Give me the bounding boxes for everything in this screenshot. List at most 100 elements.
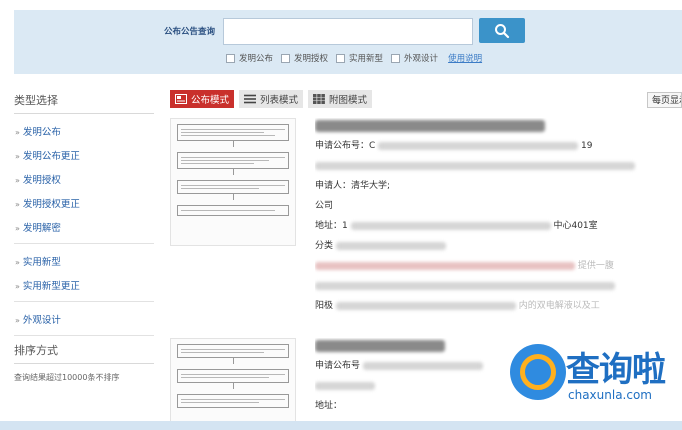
flow-arrow (232, 358, 234, 364)
chevron-right-icon: » (15, 316, 20, 325)
sort-note: 查询结果超过10000条不排序 (14, 373, 120, 382)
option-label: 外观设计 (404, 54, 439, 64)
abstract-tail: 提供一腹 (577, 261, 614, 271)
publish-icon (175, 94, 187, 104)
sidebar-item-utility-model[interactable]: » 实用新型 (14, 249, 154, 273)
search-panel: 公布公告查询 发明公布 发明授权 实用新型 外观设计 使用说明 (14, 10, 682, 74)
flow-step (177, 394, 289, 408)
flow-step (177, 369, 289, 383)
option-label: 实用新型 (349, 54, 384, 64)
bottom-strip (0, 421, 682, 430)
address-row: 地址：1 中心401室 (315, 216, 682, 236)
grid-icon (313, 94, 325, 104)
app-number-label: 申请公布号：C (315, 141, 376, 151)
chevron-right-icon: » (15, 152, 20, 161)
chevron-right-icon: » (15, 258, 20, 267)
watermark-domain: chaxunla.com (568, 388, 652, 402)
search-input[interactable] (223, 18, 473, 45)
abstract-row: 提供一腹 (315, 256, 682, 276)
flow-step (177, 205, 289, 216)
flow-arrow (232, 383, 234, 389)
result-thumbnail[interactable] (170, 118, 296, 246)
classification-label: 分类 (315, 241, 334, 251)
checkbox[interactable] (281, 53, 291, 63)
abstract-row-2 (315, 276, 682, 296)
address-tail: 中心401室 (553, 221, 598, 231)
tab-label: 公布模式 (191, 95, 230, 106)
sidebar-item-invention-publish-correction[interactable]: » 发明公布更正 (14, 143, 154, 167)
classification-row: 分类 (315, 236, 682, 256)
app-date-tail: 19 (581, 141, 593, 151)
flow-arrow (232, 141, 234, 147)
logo-icon (510, 344, 566, 400)
tab-figure-mode[interactable]: 附图模式 (308, 90, 373, 108)
sidebar-item-invention-publish[interactable]: » 发明公布 (14, 119, 154, 143)
per-page-select[interactable]: 每页显示 (647, 92, 682, 108)
address-label: 地址： (315, 401, 343, 411)
flow-step (177, 344, 289, 358)
flow-arrow (232, 169, 234, 175)
tab-label: 附图模式 (329, 95, 368, 106)
result-details: 申请公布号：C 19 申请人：清华大学; 公司 地址：1 中心401室 分类 提… (315, 118, 682, 316)
option-invention-publish[interactable]: 发明公布 (226, 52, 273, 64)
option-design[interactable]: 外观设计 (391, 52, 438, 64)
search-label: 公布公告查询 (164, 27, 216, 37)
sidebar-item-utility-model-correction[interactable]: » 实用新型更正 (14, 273, 154, 297)
chevron-right-icon: » (15, 128, 20, 137)
sidebar-item-label: 发明授权 (22, 175, 61, 186)
sidebar-item-label: 外观设计 (22, 315, 61, 326)
company-row: 公司 (315, 201, 334, 211)
category-title: 类型选择 (14, 86, 154, 114)
abstract-row-3: 阳极 内的双电解液以及工 (315, 296, 682, 316)
sidebar-item-label: 发明授权更正 (22, 199, 80, 210)
chevron-right-icon: » (15, 224, 20, 233)
view-mode-tabs: 公布模式 列表模式 附图模式 (170, 90, 373, 108)
sidebar-item-invention-grant-correction[interactable]: » 发明授权更正 (14, 191, 154, 215)
checkbox[interactable] (336, 53, 346, 63)
list-icon (244, 94, 257, 104)
flow-step (177, 152, 289, 169)
abstract-text: 阳极 (315, 301, 334, 311)
tab-label: 列表模式 (260, 95, 299, 106)
sidebar-item-invention-declassified[interactable]: » 发明解密 (14, 215, 154, 239)
tab-list-mode[interactable]: 列表模式 (239, 90, 304, 108)
sidebar: 类型选择 » 发明公布 » 发明公布更正 » 发明授权 » 发明授权更正 » 发明解密 »… (14, 86, 154, 383)
app-number-row: 申请公布号：C 19 (315, 136, 682, 156)
category-group-invention: » 发明公布 » 发明公布更正 » 发明授权 » 发明授权更正 » 发明解密 (14, 114, 154, 244)
sidebar-item-label: 发明公布 (22, 127, 61, 138)
flow-arrow (232, 194, 234, 200)
chevron-right-icon: » (15, 176, 20, 185)
option-label: 发明授权 (294, 54, 329, 64)
checkbox[interactable] (391, 53, 401, 63)
category-group-utility: » 实用新型 » 实用新型更正 (14, 244, 154, 302)
abstract-extra: 内的双电解液以及工 (518, 301, 600, 311)
sidebar-item-design[interactable]: » 外观设计 (14, 307, 154, 331)
applicant-row: 申请人：清华大学; (315, 181, 391, 191)
option-invention-grant[interactable]: 发明授权 (281, 52, 328, 64)
sidebar-item-label: 发明公布更正 (22, 151, 80, 162)
option-label: 发明公布 (239, 54, 274, 64)
category-group-design: » 外观设计 (14, 302, 154, 336)
checkbox[interactable] (226, 53, 235, 63)
sidebar-item-label: 实用新型更正 (22, 281, 80, 292)
tab-publish-mode[interactable]: 公布模式 (170, 90, 235, 108)
sidebar-item-label: 实用新型 (22, 257, 61, 268)
app-date-row (315, 156, 682, 176)
sidebar-item-invention-grant[interactable]: » 发明授权 (14, 167, 154, 191)
flow-step (177, 180, 289, 194)
chevron-right-icon: » (15, 200, 20, 209)
watermark-logo: 查询啦 chaxunla.com (510, 340, 682, 410)
address-label: 地址：1 (315, 221, 348, 231)
type-checkboxes: 发明公布 发明授权 实用新型 外观设计 使用说明 (226, 52, 482, 64)
result-title[interactable] (315, 118, 682, 136)
option-utility-model[interactable]: 实用新型 (336, 52, 383, 64)
result-item: 申请公布号：C 19 申请人：清华大学; 公司 地址：1 中心401室 分类 提… (170, 118, 682, 330)
search-icon (495, 23, 510, 38)
sort-title: 排序方式 (14, 336, 154, 364)
help-link[interactable]: 使用说明 (448, 52, 482, 64)
flow-step (177, 124, 289, 141)
result-thumbnail[interactable] (170, 338, 296, 423)
app-number-label: 申请公布号 (315, 361, 361, 371)
sidebar-item-label: 发明解密 (22, 223, 61, 234)
search-button[interactable] (479, 18, 525, 43)
